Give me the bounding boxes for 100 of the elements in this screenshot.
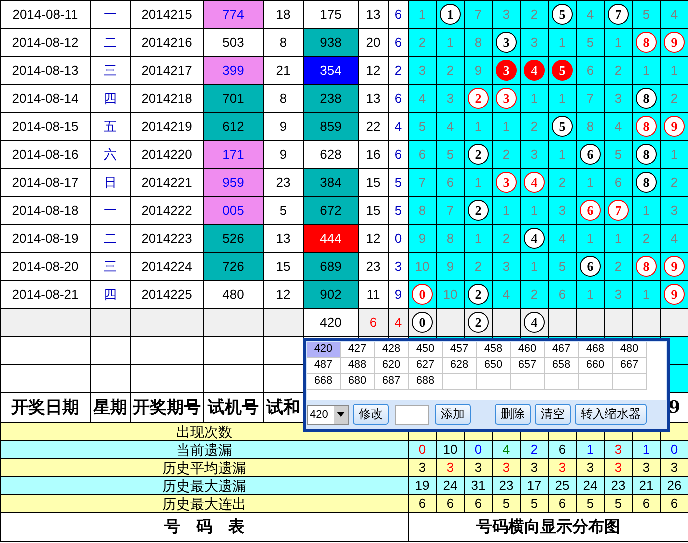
draw-number-cell: 354 <box>304 56 358 84</box>
stat-value: 26 <box>660 476 688 494</box>
number-option[interactable]: 650 <box>477 358 511 374</box>
number-ball: 9 <box>664 116 685 137</box>
stat-label: 历史平均遗漏 <box>0 458 408 476</box>
edit-button[interactable]: 修改 <box>353 404 389 425</box>
number-option[interactable]: 488 <box>341 358 375 374</box>
miss-count: 6 <box>418 147 426 162</box>
miss-count: 8 <box>446 231 454 246</box>
stat-value: 6 <box>548 494 576 512</box>
miss-count: 1 <box>446 35 454 50</box>
number-ball: 2 <box>468 312 489 333</box>
miss-count: 9 <box>418 231 426 246</box>
number-option[interactable]: 660 <box>579 358 613 374</box>
number-option[interactable]: 457 <box>443 342 477 358</box>
weekday-cell: 四 <box>90 84 130 112</box>
number-option[interactable]: 428 <box>375 342 409 358</box>
empty-list-cell <box>545 374 579 390</box>
number-option[interactable]: 450 <box>409 342 443 358</box>
miss-count: 5 <box>446 147 454 162</box>
stat-value: 3 <box>604 440 632 458</box>
miss-count: 3 <box>502 7 510 22</box>
number-ball: 7 <box>608 4 629 25</box>
miss-count: 1 <box>558 147 566 162</box>
date-cell: 2014-08-11 <box>0 0 90 28</box>
miss-count: 2 <box>502 147 510 162</box>
sum-cell: 22 <box>358 112 388 140</box>
number-option[interactable]: 480 <box>613 342 647 358</box>
number-ball: 5 <box>552 4 573 25</box>
miss-count: 5 <box>558 259 566 274</box>
stat-value: 3 <box>576 458 604 476</box>
stat-value: 3 <box>464 458 492 476</box>
column-header: 开奖日期 <box>0 392 90 422</box>
number-option[interactable]: 658 <box>545 358 579 374</box>
miss-count: 10 <box>443 287 458 302</box>
stat-value: 1 <box>632 440 660 458</box>
sum-cell: 13 <box>358 84 388 112</box>
number-option[interactable]: 688 <box>409 374 443 390</box>
draw-number-cell: 384 <box>304 168 358 196</box>
number-option[interactable]: 680 <box>341 374 375 390</box>
number-option[interactable]: 467 <box>545 342 579 358</box>
stat-value: 6 <box>548 440 576 458</box>
miss-count: 2 <box>446 63 454 78</box>
number-option[interactable]: 668 <box>307 374 341 390</box>
trial-number-cell: 005 <box>204 196 264 224</box>
number-dropdown[interactable]: 420 <box>307 404 349 424</box>
action-button[interactable]: 清空 <box>535 404 571 425</box>
miss-count: 4 <box>670 7 678 22</box>
stat-value: 3 <box>520 458 548 476</box>
stat-value: 25 <box>548 476 576 494</box>
number-ball: 3 <box>496 60 517 81</box>
number-option[interactable]: 687 <box>375 374 409 390</box>
add-button[interactable]: 添加 <box>435 404 471 425</box>
trial-number-cell: 171 <box>204 140 264 168</box>
weekday-cell: 日 <box>90 168 130 196</box>
miss-count: 7 <box>418 175 426 190</box>
number-ball: 0 <box>412 284 433 305</box>
date-cell: 2014-08-14 <box>0 84 90 112</box>
stat-value: 6 <box>408 494 436 512</box>
sum-cell: 15 <box>358 196 388 224</box>
number-option[interactable]: 620 <box>375 358 409 374</box>
stat-value: 3 <box>436 458 464 476</box>
miss-count: 7 <box>446 203 454 218</box>
number-option[interactable]: 427 <box>341 342 375 358</box>
miss-count: 8 <box>586 119 594 134</box>
number-option[interactable]: 420 <box>307 342 341 358</box>
miss-count: 1 <box>474 175 482 190</box>
number-option[interactable]: 657 <box>511 358 545 374</box>
number-ball: 3 <box>496 88 517 109</box>
miss-count: 1 <box>642 63 650 78</box>
number-option[interactable]: 458 <box>477 342 511 358</box>
stat-value: 19 <box>408 476 436 494</box>
miss-count: 1 <box>502 119 510 134</box>
number-option[interactable]: 628 <box>443 358 477 374</box>
issue-cell: 2014215 <box>130 0 204 28</box>
trial-number-cell: 612 <box>204 112 264 140</box>
stat-value: 10 <box>436 440 464 458</box>
number-option[interactable]: 667 <box>613 358 647 374</box>
draw-number-cell: 902 <box>304 280 358 308</box>
column-header: 试机号 <box>204 392 264 422</box>
column-header: 试和 <box>264 392 304 422</box>
number-option[interactable]: 468 <box>579 342 613 358</box>
date-cell: 2014-08-19 <box>0 224 90 252</box>
number-ball: 2 <box>468 88 489 109</box>
miss-count: 2 <box>670 91 678 106</box>
empty-list-cell <box>613 374 647 390</box>
number-input[interactable] <box>395 404 429 424</box>
caret-icon <box>337 412 345 417</box>
sum-cell: 23 <box>358 252 388 280</box>
number-option[interactable]: 487 <box>307 358 341 374</box>
number-ball: 9 <box>664 32 685 53</box>
sum-cell: 16 <box>358 140 388 168</box>
action-button[interactable]: 转入缩水器 <box>575 404 647 425</box>
number-ball: 8 <box>636 116 657 137</box>
weekday-cell: 二 <box>90 224 130 252</box>
draw-number-cell: 238 <box>304 84 358 112</box>
miss-count: 2 <box>558 175 566 190</box>
number-option[interactable]: 627 <box>409 358 443 374</box>
number-option[interactable]: 460 <box>511 342 545 358</box>
action-button[interactable]: 删除 <box>495 404 531 425</box>
